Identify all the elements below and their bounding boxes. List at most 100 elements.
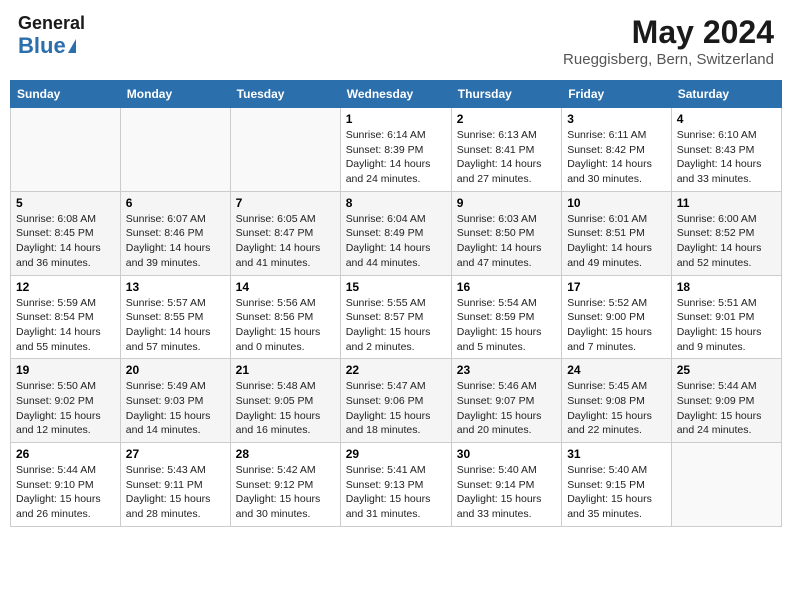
cell-details: Sunrise: 6:05 AM Sunset: 8:47 PM Dayligh… [236,212,335,271]
day-number: 18 [677,280,776,294]
weekday-header-wednesday: Wednesday [340,81,451,108]
calendar-week-2: 5Sunrise: 6:08 AM Sunset: 8:45 PM Daylig… [11,191,782,275]
cell-details: Sunrise: 6:14 AM Sunset: 8:39 PM Dayligh… [346,128,446,187]
location-subtitle: Rueggisberg, Bern, Switzerland [563,51,774,68]
day-number: 15 [346,280,446,294]
calendar-cell: 7 Sunrise: 6:05 AM Sunset: 8:47 PM Daylig… [230,191,340,275]
cell-details: Sunrise: 5:41 AM Sunset: 9:13 PM Dayligh… [346,463,446,522]
cell-details: Sunrise: 5:50 AM Sunset: 9:02 PM Dayligh… [16,379,115,438]
calendar-cell: 24 Sunrise: 5:45 AM Sunset: 9:08 PM Dayli… [562,359,672,443]
cell-details: Sunrise: 6:01 AM Sunset: 8:51 PM Dayligh… [567,212,666,271]
day-number: 25 [677,363,776,377]
cell-details: Sunrise: 5:49 AM Sunset: 9:03 PM Dayligh… [126,379,225,438]
day-number: 23 [457,363,556,377]
calendar-cell: 31Sunrise: 5:40 AM Sunset: 9:15 PM Dayli… [562,443,672,527]
day-number: 3 [567,112,666,126]
calendar-cell: 16 Sunrise: 5:54 AM Sunset: 8:59 PM Dayli… [451,275,561,359]
day-number: 21 [236,363,335,377]
calendar-cell: 3 Sunrise: 6:11 AM Sunset: 8:42 PM Daylig… [562,108,672,192]
calendar-cell: 12Sunrise: 5:59 AM Sunset: 8:54 PM Dayli… [11,275,121,359]
cell-details: Sunrise: 6:13 AM Sunset: 8:41 PM Dayligh… [457,128,556,187]
weekday-header-sunday: Sunday [11,81,121,108]
cell-details: Sunrise: 5:40 AM Sunset: 9:14 PM Dayligh… [457,463,556,522]
calendar-cell [120,108,230,192]
day-number: 13 [126,280,225,294]
logo-blue-text: Blue [18,34,66,58]
calendar-cell: 21 Sunrise: 5:48 AM Sunset: 9:05 PM Dayli… [230,359,340,443]
day-number: 4 [677,112,776,126]
calendar-cell: 18Sunrise: 5:51 AM Sunset: 9:01 PM Dayli… [671,275,781,359]
weekday-header-friday: Friday [562,81,672,108]
day-number: 24 [567,363,666,377]
calendar-cell: 1 Sunrise: 6:14 AM Sunset: 8:39 PM Daylig… [340,108,451,192]
page-header: General Blue May 2024 Rueggisberg, Bern,… [10,10,782,72]
calendar-week-5: 26 Sunrise: 5:44 AM Sunset: 9:10 PM Dayli… [11,443,782,527]
cell-details: Sunrise: 5:45 AM Sunset: 9:08 PM Dayligh… [567,379,666,438]
weekday-header-monday: Monday [120,81,230,108]
day-number: 10 [567,196,666,210]
day-number: 5 [16,196,115,210]
cell-details: Sunrise: 6:00 AM Sunset: 8:52 PM Dayligh… [677,212,776,271]
calendar-cell: 17Sunrise: 5:52 AM Sunset: 9:00 PM Dayli… [562,275,672,359]
cell-details: Sunrise: 6:11 AM Sunset: 8:42 PM Dayligh… [567,128,666,187]
cell-details: Sunrise: 6:03 AM Sunset: 8:50 PM Dayligh… [457,212,556,271]
day-number: 12 [16,280,115,294]
cell-details: Sunrise: 5:57 AM Sunset: 8:55 PM Dayligh… [126,296,225,355]
cell-details: Sunrise: 5:44 AM Sunset: 9:10 PM Dayligh… [16,463,115,522]
cell-details: Sunrise: 5:43 AM Sunset: 9:11 PM Dayligh… [126,463,225,522]
day-number: 16 [457,280,556,294]
calendar-cell: 27 Sunrise: 5:43 AM Sunset: 9:11 PM Dayli… [120,443,230,527]
calendar-cell: 15 Sunrise: 5:55 AM Sunset: 8:57 PM Dayli… [340,275,451,359]
cell-details: Sunrise: 6:04 AM Sunset: 8:49 PM Dayligh… [346,212,446,271]
calendar-cell: 29 Sunrise: 5:41 AM Sunset: 9:13 PM Dayli… [340,443,451,527]
cell-details: Sunrise: 5:46 AM Sunset: 9:07 PM Dayligh… [457,379,556,438]
day-number: 2 [457,112,556,126]
calendar-cell: 11 Sunrise: 6:00 AM Sunset: 8:52 PM Dayli… [671,191,781,275]
calendar-cell: 23 Sunrise: 5:46 AM Sunset: 9:07 PM Dayli… [451,359,561,443]
calendar-cell: 28 Sunrise: 5:42 AM Sunset: 9:12 PM Dayli… [230,443,340,527]
cell-details: Sunrise: 5:52 AM Sunset: 9:00 PM Dayligh… [567,296,666,355]
calendar-cell: 4Sunrise: 6:10 AM Sunset: 8:43 PM Daylig… [671,108,781,192]
calendar-cell: 19Sunrise: 5:50 AM Sunset: 9:02 PM Dayli… [11,359,121,443]
calendar-cell: 10 Sunrise: 6:01 AM Sunset: 8:51 PM Dayli… [562,191,672,275]
day-number: 27 [126,447,225,461]
cell-details: Sunrise: 5:42 AM Sunset: 9:12 PM Dayligh… [236,463,335,522]
day-number: 29 [346,447,446,461]
calendar-cell: 22Sunrise: 5:47 AM Sunset: 9:06 PM Dayli… [340,359,451,443]
day-number: 31 [567,447,666,461]
cell-details: Sunrise: 5:48 AM Sunset: 9:05 PM Dayligh… [236,379,335,438]
day-number: 7 [236,196,335,210]
cell-details: Sunrise: 5:44 AM Sunset: 9:09 PM Dayligh… [677,379,776,438]
day-number: 30 [457,447,556,461]
day-number: 9 [457,196,556,210]
calendar-cell: 8 Sunrise: 6:04 AM Sunset: 8:49 PM Daylig… [340,191,451,275]
calendar-cell: 9 Sunrise: 6:03 AM Sunset: 8:50 PM Daylig… [451,191,561,275]
cell-details: Sunrise: 6:07 AM Sunset: 8:46 PM Dayligh… [126,212,225,271]
calendar-week-3: 12Sunrise: 5:59 AM Sunset: 8:54 PM Dayli… [11,275,782,359]
title-block: May 2024 Rueggisberg, Bern, Switzerland [563,14,774,68]
calendar-cell [11,108,121,192]
calendar-cell: 14Sunrise: 5:56 AM Sunset: 8:56 PM Dayli… [230,275,340,359]
day-number: 11 [677,196,776,210]
day-number: 26 [16,447,115,461]
weekday-header-thursday: Thursday [451,81,561,108]
calendar-cell: 13 Sunrise: 5:57 AM Sunset: 8:55 PM Dayli… [120,275,230,359]
day-number: 1 [346,112,446,126]
calendar-cell: 5Sunrise: 6:08 AM Sunset: 8:45 PM Daylig… [11,191,121,275]
day-number: 6 [126,196,225,210]
calendar-week-1: 1 Sunrise: 6:14 AM Sunset: 8:39 PM Daylig… [11,108,782,192]
cell-details: Sunrise: 5:55 AM Sunset: 8:57 PM Dayligh… [346,296,446,355]
weekday-header-saturday: Saturday [671,81,781,108]
calendar-cell: 2 Sunrise: 6:13 AM Sunset: 8:41 PM Daylig… [451,108,561,192]
day-number: 28 [236,447,335,461]
calendar-cell: 6 Sunrise: 6:07 AM Sunset: 8:46 PM Daylig… [120,191,230,275]
logo: General Blue [18,14,85,58]
calendar-table: SundayMondayTuesdayWednesdayThursdayFrid… [10,80,782,527]
calendar-cell: 20Sunrise: 5:49 AM Sunset: 9:03 PM Dayli… [120,359,230,443]
cell-details: Sunrise: 5:47 AM Sunset: 9:06 PM Dayligh… [346,379,446,438]
calendar-cell [671,443,781,527]
weekday-header-row: SundayMondayTuesdayWednesdayThursdayFrid… [11,81,782,108]
calendar-cell: 26 Sunrise: 5:44 AM Sunset: 9:10 PM Dayli… [11,443,121,527]
day-number: 8 [346,196,446,210]
cell-details: Sunrise: 5:54 AM Sunset: 8:59 PM Dayligh… [457,296,556,355]
